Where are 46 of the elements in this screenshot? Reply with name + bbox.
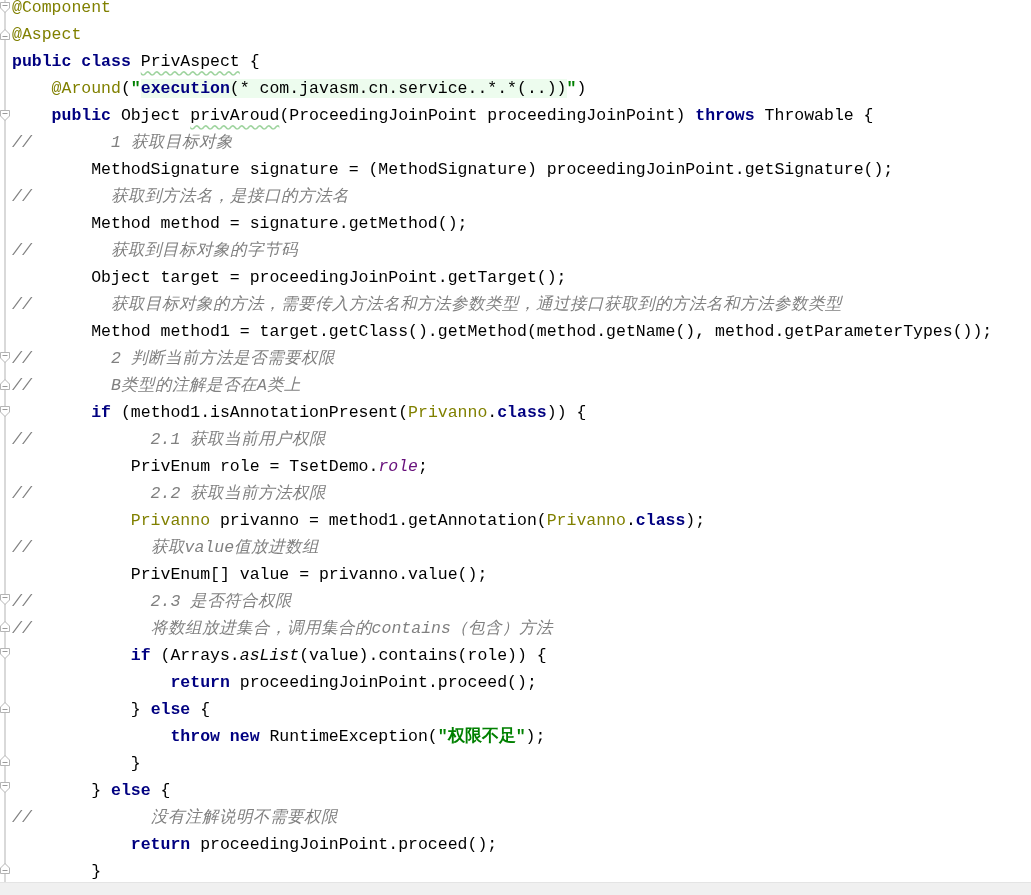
code-comment: // B类型的注解是否在A类上 xyxy=(12,375,301,397)
code-comment: // 获取到目标对象的字节码 xyxy=(12,240,299,262)
code-line: } else { xyxy=(129,699,211,721)
fold-marker-icon[interactable] xyxy=(0,862,10,874)
code-comment: // 1 获取目标对象 xyxy=(12,132,233,154)
code-comment: // 2.1 获取当前用户权限 xyxy=(12,429,327,451)
fold-marker-icon[interactable] xyxy=(0,28,10,40)
fold-marker-icon[interactable] xyxy=(0,755,10,767)
fold-marker-icon[interactable] xyxy=(0,782,10,794)
code-line: } else { xyxy=(90,780,171,802)
code-line: MethodSignature signature = (MethodSignature) proceedingJoinPoint.getSignature(); xyxy=(90,159,894,181)
code-line: public class PrivAspect { xyxy=(12,51,260,73)
code-comment: // 2 判断当前方法是否需要权限 xyxy=(12,348,335,370)
fold-marker-icon[interactable] xyxy=(0,405,10,417)
code-line: @Around("execution(* com.javasm.cn.service..*.*(..))") xyxy=(50,78,587,100)
code-comment: // 2.3 是否符合权限 xyxy=(12,591,293,613)
fold-marker-icon[interactable] xyxy=(0,593,10,605)
code-comment: // 将数组放进集合，调用集合的contains（包含）方法 xyxy=(12,618,553,640)
code-line: } xyxy=(90,861,102,882)
code-line: public Object privAroud(ProceedingJoinPoint proceedingJoinPoint) throws Throwable { xyxy=(50,105,874,127)
code-line: return proceedingJoinPoint.proceed(); xyxy=(169,672,537,694)
fold-marker-icon[interactable] xyxy=(0,351,10,363)
fold-marker-icon[interactable] xyxy=(0,109,10,121)
fold-marker-icon[interactable] xyxy=(0,647,10,659)
code-line: PrivEnum role = TsetDemo.role; xyxy=(129,456,428,478)
code-line: return proceedingJoinPoint.proceed(); xyxy=(129,834,498,856)
code-line: if (method1.isAnnotationPresent(Privanno.class)) { xyxy=(90,402,587,424)
code-line: if (Arrays.asList(value).contains(role)) { xyxy=(129,645,547,667)
code-line: @Aspect xyxy=(12,24,82,46)
code-line: Privanno privanno = method1.getAnnotation(Privanno.class); xyxy=(129,510,706,532)
fold-marker-icon[interactable] xyxy=(0,701,10,713)
code-comment: // 获取value值放进数组 xyxy=(12,537,320,559)
code-line: @Component xyxy=(12,0,112,19)
code-line: Method method = signature.getMethod(); xyxy=(90,213,468,235)
fold-marker-icon[interactable] xyxy=(0,1,10,13)
code-line: Object target = proceedingJoinPoint.getTarget(); xyxy=(90,267,567,289)
code-comment: // 没有注解说明不需要权限 xyxy=(12,807,338,829)
fold-marker-icon[interactable] xyxy=(0,620,10,632)
code-line: Method method1 = target.getClass().getMethod(method.getName(), method.getParameterTypes()); xyxy=(90,321,993,343)
code-comment: // 获取目标对象的方法，需要传入方法名和方法参数类型，通过接口获取到的方法名和方法参数类型 xyxy=(12,294,843,316)
code-line: throw new RuntimeException("权限不足"); xyxy=(169,726,546,748)
fold-marker-icon[interactable] xyxy=(0,378,10,390)
code-line: PrivEnum[] value = privanno.value(); xyxy=(129,564,488,586)
code-line: } xyxy=(129,753,141,775)
code-comment: // 获取到方法名，是接口的方法名 xyxy=(12,186,350,208)
code-comment: // 2.2 获取当前方法权限 xyxy=(12,483,327,505)
